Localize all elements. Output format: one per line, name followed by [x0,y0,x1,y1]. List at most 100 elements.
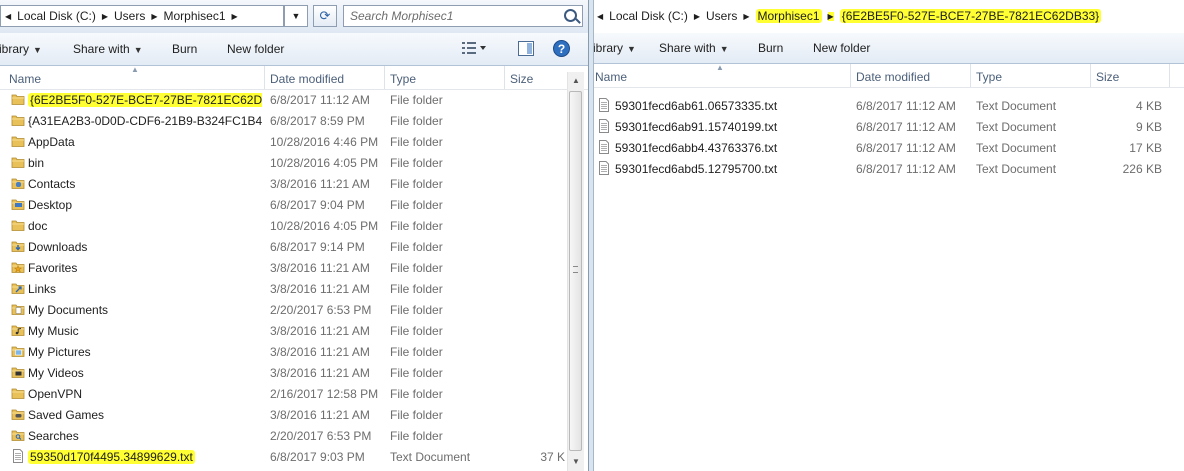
date-modified: 10/28/2016 4:05 PM [270,156,379,170]
file-row[interactable]: My Pictures 3/8/2016 11:21 AM File folder [0,341,588,362]
breadcrumb-morphisec1[interactable]: Morphisec1 [750,9,828,23]
file-name: 59301fecd6ab91.15740199.txt [615,120,778,134]
file-row[interactable]: Contacts 3/8/2016 11:21 AM File folder [0,173,588,194]
file-row[interactable]: My Videos 3/8/2016 11:21 AM File folder [0,362,588,383]
file-row[interactable]: My Documents 2/20/2017 6:53 PM File folder [0,299,588,320]
chevron-down-icon: ▼ [33,45,42,55]
breadcrumb-current-folder[interactable]: {6E2BE5F0-527E-BCE7-27BE-7821EC62DB33} [834,9,1108,23]
file-row[interactable]: My Music 3/8/2016 11:21 AM File folder [0,320,588,341]
column-divider[interactable] [504,66,505,89]
column-size-header[interactable]: Size [1096,70,1119,84]
file-row[interactable]: 59301fecd6ab61.06573335.txt 6/8/2017 11:1… [594,95,1184,116]
file-size: 9 KB [1135,120,1162,134]
file-row[interactable]: Desktop 6/8/2017 9:04 PM File folder [0,194,588,215]
date-modified: 6/8/2017 11:12 AM [856,120,956,134]
address-history-dropdown[interactable]: ▼ [284,5,308,27]
preview-pane-icon[interactable] [518,41,534,59]
date-modified: 6/8/2017 8:59 PM [270,114,365,128]
grip-icon [573,266,578,273]
include-in-library-button[interactable]: ibrary ▼ [0,42,42,56]
date-modified: 2/20/2017 6:53 PM [270,429,372,443]
date-modified: 3/8/2016 11:21 AM [270,345,370,359]
breadcrumb-users[interactable]: Users [700,9,743,23]
breadcrumb-users[interactable]: Users [108,9,151,23]
file-type: File folder [390,282,443,296]
scroll-up-arrow-icon[interactable]: ▲ [568,72,584,89]
scrollbar-thumb[interactable] [569,91,582,451]
file-row[interactable]: {6E2BE5F0-527E-BCE7-27BE-7821EC62DB... 6/… [0,89,588,110]
column-name-header[interactable]: Name [595,70,627,84]
address-bar[interactable]: ◀ Local Disk (C:) ▶ Users ▶ Morphisec1 ▶ [0,5,284,27]
file-type: File folder [390,114,443,128]
address-bar[interactable]: ◀ Local Disk (C:) ▶ Users ▶ Morphisec1 ▶… [594,5,1184,27]
help-icon[interactable]: ? [553,40,570,60]
date-modified: 6/8/2017 11:12 AM [856,99,956,113]
column-type-header[interactable]: Type [390,72,416,86]
column-divider[interactable] [264,66,265,89]
sort-ascending-icon: ▲ [131,65,139,74]
file-size: 37 K [540,450,565,464]
file-type: File folder [390,408,443,422]
file-row[interactable]: Searches 2/20/2017 6:53 PM File folder [0,425,588,446]
file-row[interactable]: Links 3/8/2016 11:21 AM File folder [0,278,588,299]
breadcrumb-local-disk[interactable]: Local Disk (C:) [603,9,694,23]
date-modified: 3/8/2016 11:21 AM [270,261,370,275]
change-view-icon[interactable] [462,41,488,58]
file-row[interactable]: 59350d170f4495.34899629.txt 6/8/2017 9:03… [0,446,588,467]
share-with-button[interactable]: Share with ▼ [659,41,729,55]
file-row[interactable]: Saved Games 3/8/2016 11:21 AM File folder [0,404,588,425]
search-icon[interactable] [564,9,577,22]
breadcrumb-local-disk[interactable]: Local Disk (C:) [11,9,102,23]
file-row[interactable]: doc 10/28/2016 4:05 PM File folder [0,215,588,236]
include-in-library-button[interactable]: ibrary ▼ [594,41,636,55]
new-folder-button[interactable]: New folder [227,42,284,56]
share-with-button[interactable]: Share with ▼ [73,42,143,56]
column-size-header[interactable]: Size [510,72,533,86]
file-type: File folder [390,198,443,212]
svg-text:?: ? [558,42,565,56]
file-row[interactable]: {A31EA2B3-0D0D-CDF6-21B9-B324FC1B4... 6/8… [0,110,588,131]
burn-button[interactable]: Burn [758,41,783,55]
new-folder-button[interactable]: New folder [813,41,870,55]
file-row[interactable]: Downloads 6/8/2017 9:14 PM File folder [0,236,588,257]
vertical-scrollbar[interactable]: ▲ ▼ [567,72,584,471]
date-modified: 6/8/2017 9:14 PM [270,240,365,254]
column-type-header[interactable]: Type [976,70,1002,84]
file-row[interactable]: 59301fecd6abd5.12795700.txt 6/8/2017 11:1… [594,158,1184,179]
file-row[interactable]: OpenVPN 2/16/2017 12:58 PM File folder [0,383,588,404]
sort-ascending-icon: ▲ [716,63,724,72]
file-size: 17 KB [1129,141,1162,155]
refresh-button[interactable]: ⟳ [313,5,337,27]
searches-folder-icon [11,428,25,442]
file-row[interactable]: Favorites 3/8/2016 11:21 AM File folder [0,257,588,278]
burn-button[interactable]: Burn [172,42,197,56]
folder-icon [11,386,25,400]
file-row[interactable]: 59301fecd6ab91.15740199.txt 6/8/2017 11:1… [594,116,1184,137]
command-bar: ibrary ▼ Share with ▼ Burn New folder [594,33,1184,64]
file-type: File folder [390,387,443,401]
column-divider[interactable] [850,64,851,87]
search-input[interactable]: Search Morphisec1 [343,5,583,27]
links-folder-icon [11,281,25,295]
column-name-header[interactable]: Name [9,72,41,86]
file-type: File folder [390,345,443,359]
column-divider[interactable] [384,66,385,89]
file-row[interactable]: bin 10/28/2016 4:05 PM File folder [0,152,588,173]
column-divider[interactable] [1169,64,1170,87]
file-row[interactable]: AppData 10/28/2016 4:46 PM File folder [0,131,588,152]
file-type: Text Document [976,99,1057,113]
column-date-header[interactable]: Date modified [856,70,930,84]
saved-games-folder-icon [11,407,25,421]
file-size: 4 KB [1135,99,1162,113]
file-name: Favorites [28,261,78,275]
column-divider[interactable] [1090,64,1091,87]
left-explorer-window: ◀ Local Disk (C:) ▶ Users ▶ Morphisec1 ▶… [0,0,588,471]
breadcrumb-morphisec1[interactable]: Morphisec1 [158,9,232,23]
column-date-header[interactable]: Date modified [270,72,344,86]
file-name: Links [28,282,57,296]
chevron-right-icon[interactable]: ▶ [232,12,238,21]
scroll-down-arrow-icon[interactable]: ▼ [568,453,584,470]
column-divider[interactable] [970,64,971,87]
file-row[interactable]: 59301fecd6abb4.43763376.txt 6/8/2017 11:1… [594,137,1184,158]
documents-folder-icon [11,302,25,316]
